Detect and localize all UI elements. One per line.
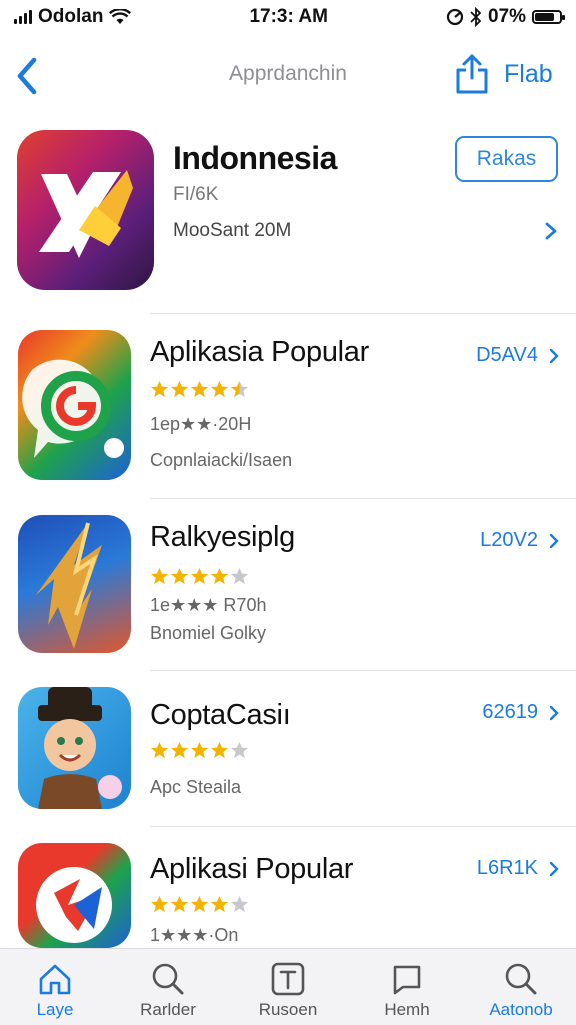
app-title: CoptaCasiı xyxy=(150,699,291,731)
star-filled-icon xyxy=(190,895,209,913)
chevron-right-icon xyxy=(549,348,559,363)
star-empty-icon xyxy=(230,895,249,913)
chevron-right-icon[interactable] xyxy=(541,216,561,246)
app-link[interactable]: L6R1K xyxy=(477,857,560,880)
battery-percent: 07% xyxy=(487,6,526,27)
star-half-icon xyxy=(230,380,249,398)
app-icon xyxy=(18,330,131,480)
status-right: 07% xyxy=(446,6,565,28)
tab-search[interactable]: Rarlder xyxy=(113,949,223,1025)
app-meta: 1★★★·On xyxy=(150,925,239,945)
app-link[interactable]: 62619 xyxy=(482,701,560,724)
app-icon xyxy=(18,843,131,948)
star-filled-icon xyxy=(190,741,209,759)
chevron-right-icon xyxy=(549,533,559,548)
star-filled-icon xyxy=(190,567,209,585)
tab-search-active[interactable]: Aatonob xyxy=(466,949,576,1025)
app-meta: 1ep★★·20H xyxy=(150,414,252,434)
divider xyxy=(150,670,576,671)
wifi-icon xyxy=(109,9,132,24)
tab-home[interactable]: Laye xyxy=(0,949,110,1025)
app-category: Bnomiel Golky xyxy=(150,623,267,643)
status-bar: Odolan 17:3: AM 07% xyxy=(0,0,576,34)
tab-label: Aatonob xyxy=(489,1000,553,1019)
star-filled-icon xyxy=(170,567,189,585)
star-filled-icon xyxy=(210,380,229,398)
star-filled-icon xyxy=(210,741,229,759)
star-empty-icon xyxy=(230,741,249,759)
featured-app[interactable]: Indonnesia FI/6K MooSant 20M Rakas xyxy=(0,128,576,293)
star-filled-icon xyxy=(150,895,169,913)
tab-label: Hemh xyxy=(384,1000,430,1019)
location-lock-icon xyxy=(446,8,464,26)
app-link[interactable]: D5AV4 xyxy=(476,344,560,367)
search-icon xyxy=(505,963,537,995)
battery-icon xyxy=(532,10,565,24)
app-link[interactable]: L20V2 xyxy=(480,529,560,552)
search-icon xyxy=(152,963,184,995)
star-rating xyxy=(150,567,249,586)
star-filled-icon xyxy=(150,741,169,759)
app-meta: 1e★★★ R70h xyxy=(150,595,267,615)
star-empty-icon xyxy=(230,567,249,585)
chevron-right-icon xyxy=(549,705,559,720)
featured-app-subtitle: FI/6K xyxy=(173,184,219,205)
bluetooth-icon xyxy=(470,7,482,27)
tab-bar: Laye Rarlder Rusoen Hemh Aatonob xyxy=(0,948,576,1025)
app-link-label: L6R1K xyxy=(476,857,538,879)
star-filled-icon xyxy=(190,380,209,398)
app-title: Aplikasi Popular xyxy=(150,853,354,885)
nav-action-button[interactable]: Flab xyxy=(504,60,553,89)
star-filled-icon xyxy=(170,895,189,913)
status-time: 17:3: AM xyxy=(249,6,328,27)
app-icon xyxy=(18,687,131,809)
star-filled-icon xyxy=(150,567,169,585)
app-row-4[interactable]: Aplikasi Popular 1★★★·On L6R1K xyxy=(0,833,576,948)
app-row-3[interactable]: CoptaCasiı Apc Steaila 62619 xyxy=(0,677,576,845)
star-rating xyxy=(150,380,249,399)
featured-app-icon xyxy=(17,130,154,290)
app-row-2[interactable]: Ralkyesiplg 1e★★★ R70h Bnomiel Golky L20… xyxy=(0,505,576,673)
chevron-right-icon xyxy=(549,861,559,876)
featured-app-title: Indonnesia xyxy=(173,140,337,176)
status-left: Odolan xyxy=(14,6,132,28)
chat-icon xyxy=(393,965,421,995)
divider xyxy=(150,826,576,827)
app-title: Aplikasia Popular xyxy=(150,336,369,368)
app-category: Copnlaiacki/Isaen xyxy=(150,450,293,470)
featured-app-meta: MooSant 20M xyxy=(173,220,292,241)
tab-messages[interactable]: Hemh xyxy=(352,949,462,1025)
signal-icon xyxy=(14,10,32,24)
tab-label: Rusoen xyxy=(258,1000,318,1019)
app-category: Apc Steaila xyxy=(150,777,242,797)
star-filled-icon xyxy=(210,567,229,585)
star-filled-icon xyxy=(170,380,189,398)
tab-label: Rarlder xyxy=(140,1000,196,1019)
star-filled-icon xyxy=(210,895,229,913)
divider xyxy=(150,313,576,314)
star-filled-icon xyxy=(150,380,169,398)
app-row-1[interactable]: Aplikasia Popular 1ep★★·20H Copnlaiacki/… xyxy=(0,320,576,488)
app-title: Ralkyesiplg xyxy=(150,521,295,553)
carrier-name: Odolan xyxy=(38,6,104,27)
tab-label: Laye xyxy=(36,1000,74,1019)
app-link-label: 62619 xyxy=(482,701,538,723)
share-icon[interactable] xyxy=(452,52,492,96)
navigation-bar: Apprdanchin Flab xyxy=(0,40,576,108)
app-link-label: D5AV4 xyxy=(476,344,538,366)
tab-text[interactable]: Rusoen xyxy=(233,949,343,1025)
divider xyxy=(150,498,576,499)
app-icon xyxy=(18,515,131,653)
star-rating xyxy=(150,741,249,760)
star-rating xyxy=(150,895,249,914)
app-link-label: L20V2 xyxy=(480,529,538,551)
featured-app-button[interactable]: Rakas xyxy=(455,136,558,182)
text-icon xyxy=(271,962,305,996)
home-icon xyxy=(39,964,71,995)
star-filled-icon xyxy=(170,741,189,759)
